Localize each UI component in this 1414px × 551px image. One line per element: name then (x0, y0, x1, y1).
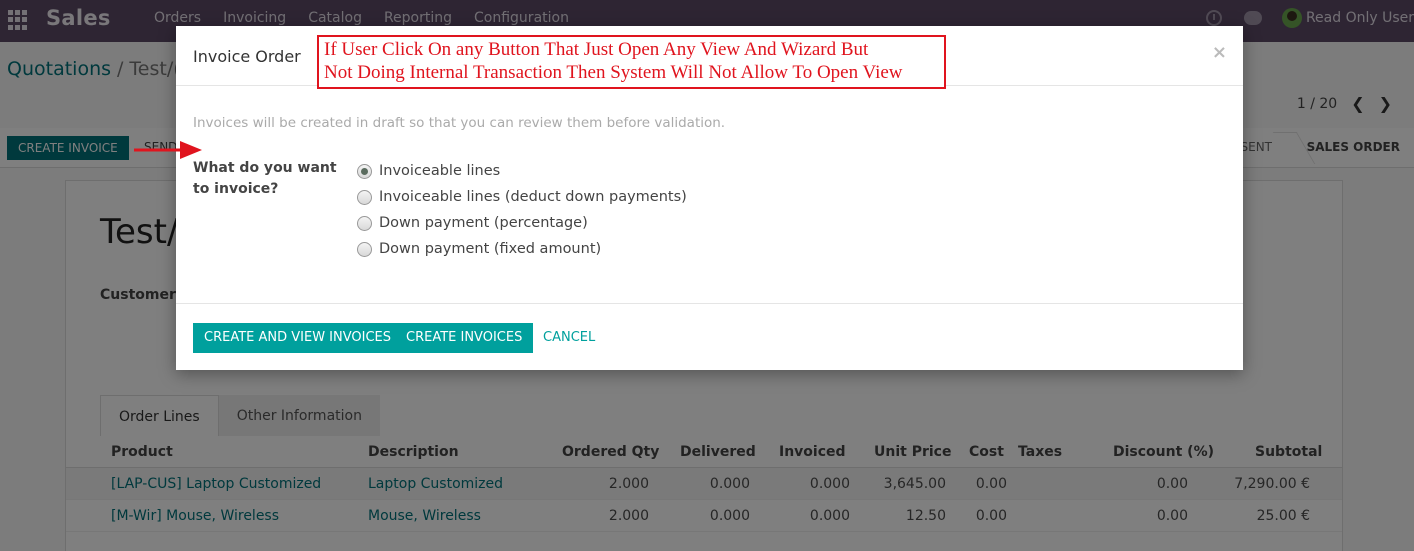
radio-down-payment-fixed[interactable]: Down payment (fixed amount) (357, 236, 687, 262)
modal-footer: CREATE AND VIEW INVOICES CREATE INVOICES… (176, 303, 1243, 370)
create-and-view-invoices-button[interactable]: CREATE AND VIEW INVOICES (193, 323, 403, 353)
radio-deduct-down-payments[interactable]: Invoiceable lines (deduct down payments) (357, 184, 687, 210)
radio-label[interactable]: Down payment (fixed amount) (379, 241, 601, 257)
radio-unchecked-icon[interactable] (357, 241, 372, 257)
radio-label[interactable]: Invoiceable lines (deduct down payments) (379, 189, 687, 205)
radio-unchecked-icon[interactable] (357, 189, 372, 205)
invoice-method-radio-group: Invoiceable lines Invoiceable lines (ded… (357, 158, 687, 262)
radio-checked-icon[interactable] (357, 163, 372, 179)
red-arrow-icon (134, 141, 202, 159)
annotation-line-2: Not Doing Internal Transaction Then Syst… (324, 62, 903, 83)
invoice-method-label: What do you want to invoice? (193, 160, 337, 197)
create-invoices-button[interactable]: CREATE INVOICES (395, 323, 534, 353)
radio-down-payment-percentage[interactable]: Down payment (percentage) (357, 210, 687, 236)
modal-title: Invoice Order (193, 47, 301, 66)
modal-body: Invoices will be created in draft so tha… (176, 86, 1243, 303)
draft-hint-text: Invoices will be created in draft so tha… (193, 115, 726, 131)
annotation-line-1: If User Click On any Button That Just Op… (324, 39, 869, 60)
radio-label[interactable]: Down payment (percentage) (379, 215, 588, 231)
annotation-box: If User Click On any Button That Just Op… (317, 35, 946, 89)
radio-invoiceable-lines[interactable]: Invoiceable lines (357, 158, 687, 184)
cancel-button[interactable]: CANCEL (543, 330, 595, 345)
radio-label[interactable]: Invoiceable lines (379, 163, 500, 179)
radio-unchecked-icon[interactable] (357, 215, 372, 231)
close-icon[interactable]: × (1212, 42, 1227, 63)
invoice-order-dialog: Invoice Order × If User Click On any But… (176, 26, 1243, 370)
